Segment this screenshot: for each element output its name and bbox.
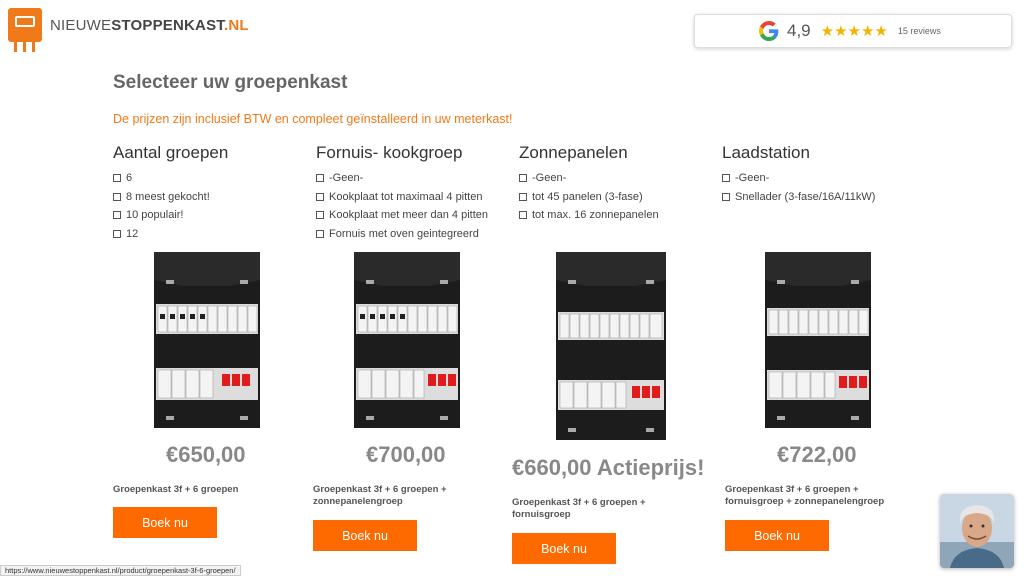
checkbox[interactable] bbox=[722, 174, 730, 183]
checkbox[interactable] bbox=[113, 174, 121, 183]
status-bar-url: https://www.nieuwestoppenkast.nl/product… bbox=[0, 565, 241, 576]
checkbox[interactable] bbox=[722, 192, 730, 201]
option-kookplaat-meer[interactable]: Kookplaat met meer dan 4 pitten bbox=[316, 206, 516, 225]
option-geen[interactable]: -Geen- bbox=[722, 169, 922, 188]
filter-fornuis-kookgroep: Fornuis- kookgroep -Geen- Kookplaat tot … bbox=[316, 143, 516, 243]
book-now-button[interactable]: Boek nu bbox=[512, 533, 616, 564]
page-title: Selecteer uw groepenkast bbox=[113, 72, 348, 93]
filter-heading: Zonnepanelen bbox=[519, 143, 628, 162]
option-geen[interactable]: -Geen- bbox=[519, 169, 719, 188]
person-photo-icon bbox=[940, 494, 1014, 568]
option-45-panelen[interactable]: tot 45 panelen (3-fase) bbox=[519, 188, 719, 207]
option-snellader[interactable]: Snellader (3-fase/16A/11kW) bbox=[722, 188, 922, 207]
groepenkast-image[interactable] bbox=[765, 252, 871, 428]
checkbox[interactable] bbox=[316, 192, 324, 201]
checkbox[interactable] bbox=[519, 174, 527, 183]
option-6[interactable]: 6 bbox=[113, 169, 313, 188]
groepenkast-image[interactable] bbox=[354, 252, 460, 428]
google-reviews-widget[interactable]: 4,9 ★★★★★ 15 reviews bbox=[694, 14, 1012, 48]
fuse-box-logo-icon bbox=[8, 8, 42, 52]
groepenkast-image[interactable] bbox=[154, 252, 260, 428]
checkbox[interactable] bbox=[316, 229, 324, 238]
product-price: €660,00 Actieprijs! bbox=[512, 455, 705, 480]
option-kookplaat-4[interactable]: Kookplaat tot maximaal 4 pitten bbox=[316, 188, 516, 207]
option-fornuis-oven[interactable]: Fornuis met oven geintegreerd bbox=[316, 225, 516, 244]
logo-text: NIEUWESTOPPENKAST.NL bbox=[50, 16, 249, 34]
option-16-panelen[interactable]: tot max. 16 zonnepanelen bbox=[519, 206, 719, 225]
checkbox[interactable] bbox=[519, 192, 527, 201]
filter-laadstation: Laadstation -Geen- Snellader (3-fase/16A… bbox=[722, 143, 922, 206]
book-now-button[interactable]: Boek nu bbox=[313, 520, 417, 551]
option-8[interactable]: 8 meest gekocht! bbox=[113, 188, 313, 207]
product-price: €650,00 bbox=[166, 442, 246, 467]
product-description: Groepenkast 3f + 6 groepen + fornuisgroe… bbox=[512, 497, 646, 520]
filter-aantal-groepen: Aantal groepen 6 8 meest gekocht! 10 pop… bbox=[113, 143, 313, 243]
product-price: €722,00 bbox=[777, 442, 857, 467]
review-count: 15 reviews bbox=[897, 26, 941, 36]
checkbox[interactable] bbox=[113, 211, 121, 220]
product-price: €700,00 bbox=[366, 442, 446, 467]
checkbox[interactable] bbox=[519, 211, 527, 220]
checkbox[interactable] bbox=[113, 192, 121, 201]
product-description: Groepenkast 3f + 6 groepen bbox=[113, 484, 239, 495]
price-notice: De prijzen zijn inclusief BTW en complee… bbox=[113, 112, 513, 126]
checkbox[interactable] bbox=[316, 211, 324, 220]
option-12[interactable]: 12 bbox=[113, 225, 313, 244]
checkbox[interactable] bbox=[113, 229, 121, 238]
google-icon bbox=[759, 21, 779, 41]
filter-zonnepanelen: Zonnepanelen -Geen- tot 45 panelen (3-fa… bbox=[519, 143, 719, 225]
site-logo[interactable]: NIEUWESTOPPENKAST.NL bbox=[8, 8, 249, 52]
filter-heading: Fornuis- kookgroep bbox=[316, 143, 463, 162]
groepenkast-image[interactable] bbox=[556, 252, 666, 440]
option-geen[interactable]: -Geen- bbox=[316, 169, 516, 188]
avatar[interactable] bbox=[940, 494, 1014, 568]
rating-value: 4,9 bbox=[787, 21, 811, 40]
book-now-button[interactable]: Boek nu bbox=[725, 520, 829, 551]
checkbox[interactable] bbox=[316, 174, 324, 183]
filter-heading: Aantal groepen bbox=[113, 143, 229, 162]
product-description: Groepenkast 3f + 6 groepen + fornuisgroe… bbox=[725, 484, 885, 507]
book-now-button[interactable]: Boek nu bbox=[113, 507, 217, 538]
product-description: Groepenkast 3f + 6 groepen + zonnepanele… bbox=[313, 484, 447, 507]
option-10[interactable]: 10 populair! bbox=[113, 206, 313, 225]
filter-heading: Laadstation bbox=[722, 143, 810, 162]
star-rating-icon: ★★★★★ bbox=[820, 23, 888, 40]
